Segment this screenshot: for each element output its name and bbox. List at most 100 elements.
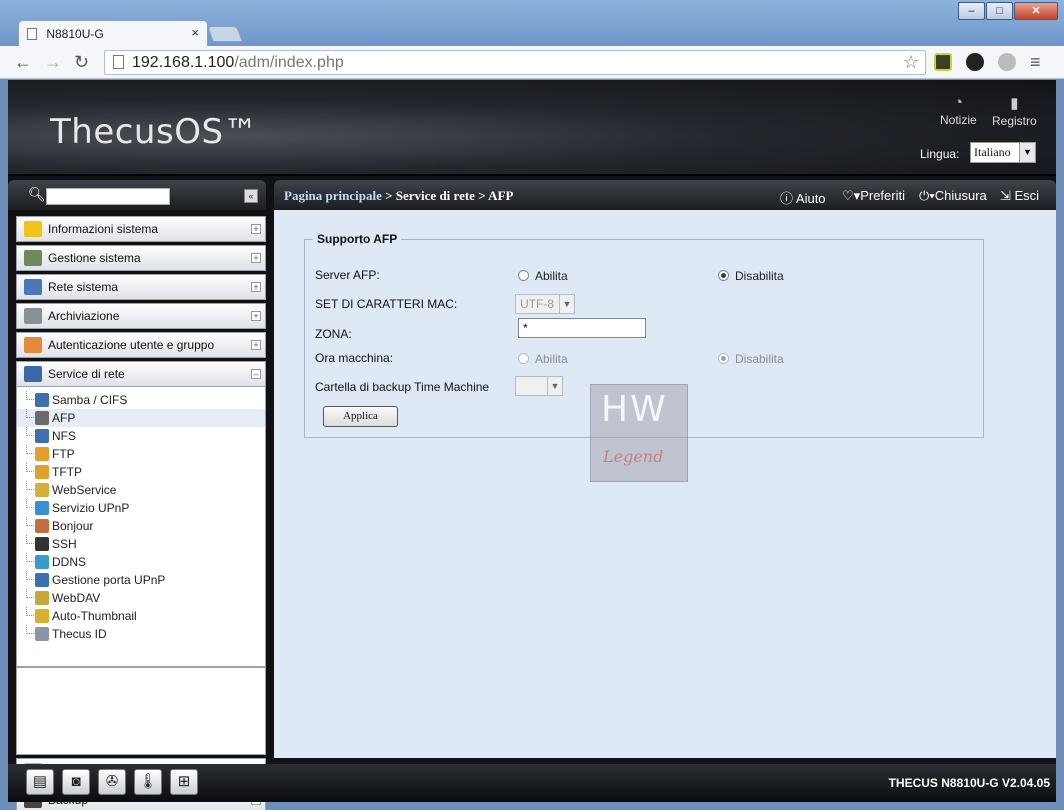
info-icon [24, 221, 42, 237]
back-arrow-icon[interactable]: ← [14, 52, 32, 73]
server-afp-enable-radio[interactable]: Abilita [518, 269, 568, 283]
tree-connector [26, 427, 34, 436]
server-afp-disable-radio[interactable]: Disabilita [718, 269, 784, 283]
language-select[interactable]: Italiano ▼ [970, 142, 1036, 163]
tab-close-button[interactable]: × [191, 25, 199, 40]
watermark-subtext: Legend [603, 447, 664, 466]
submenu-item-label: TFTP [52, 465, 82, 479]
chevron-down-icon: ▼ [559, 295, 574, 313]
charset-select[interactable]: UTF-8 ▼ [515, 294, 575, 314]
thecusos-logo: ThecusOS™ [50, 112, 259, 152]
fan-icon[interactable]: ✇ [98, 769, 126, 795]
sidebar-item-users[interactable]: Autenticazione utente e gruppo + [16, 332, 266, 358]
minimize-button[interactable]: – [958, 2, 985, 20]
submenu-item-label: Thecus ID [52, 627, 107, 641]
maximize-button[interactable]: □ [986, 2, 1013, 20]
ddns-icon [35, 555, 49, 569]
reload-icon[interactable]: ↻ [74, 52, 89, 73]
radio-dot-selected [718, 270, 729, 281]
sidebar-item-network[interactable]: Rete sistema + [16, 274, 266, 300]
submenu-item-webservice[interactable]: WebService [17, 481, 265, 499]
tree-connector [26, 391, 34, 400]
submenu-item-thecus-id[interactable]: Thecus ID [17, 625, 265, 643]
tree-connector [26, 445, 34, 454]
sidebar-search-bar: 🔍︎ « [8, 180, 266, 210]
abilita-label: Abilita [535, 352, 568, 366]
breadcrumb-bar: Pagina principale > Service di rete > AF… [274, 180, 1056, 210]
submenu-item-label: Bonjour [52, 519, 94, 533]
collapse-icon[interactable]: – [251, 369, 261, 379]
aiuto-link[interactable]: ⓘ Aiuto [780, 188, 826, 207]
search-input[interactable] [46, 188, 170, 205]
thermometer-icon[interactable]: 🌡︎ [134, 769, 162, 795]
disk-icon[interactable]: ◙ [62, 769, 90, 795]
submenu-item-ddns[interactable]: DDNS [17, 553, 265, 571]
registro-link[interactable]: ▮ Registro [992, 94, 1037, 128]
submenu-item-bonjour[interactable]: Bonjour [17, 517, 265, 535]
new-tab-button[interactable] [207, 26, 243, 42]
tree-connector [26, 499, 34, 508]
extension-shield-icon[interactable] [998, 53, 1016, 71]
chiusura-link[interactable]: ⏻▾Chiusura [919, 188, 987, 204]
sidebar-item-tools[interactable]: Gestione sistema + [16, 245, 266, 271]
submenu-item-afp[interactable]: AFP [17, 409, 265, 427]
submenu-item-tftp[interactable]: TFTP [17, 463, 265, 481]
tree-connector [26, 625, 34, 634]
submenu-item-upnp-port[interactable]: Gestione porta UPnP [17, 571, 265, 589]
submenu-item-label: Gestione porta UPnP [52, 573, 166, 587]
url-host: 192.168.1.100 [132, 54, 235, 71]
preferiti-link[interactable]: ♡▾Preferiti [842, 188, 905, 204]
expand-icon[interactable]: + [251, 282, 261, 292]
thecus-app: ThecusOS™ ◔ Notizie ▮ Registro Lingua: I… [8, 80, 1056, 810]
afp-legend: Supporto AFP [317, 232, 398, 246]
abilita-label: Abilita [535, 269, 568, 283]
sidebar-item-label: Archiviazione [48, 309, 120, 323]
server-status-icon[interactable]: ▤ [26, 769, 54, 795]
apply-button[interactable]: Applica [323, 406, 398, 427]
notizie-label: Notizie [940, 113, 977, 127]
submenu-item-nfs[interactable]: NFS [17, 427, 265, 445]
tftp-icon [35, 465, 49, 479]
submenu-item-label: FTP [52, 447, 75, 461]
submenu-item-ftp[interactable]: FTP [17, 445, 265, 463]
submenu-item-upnp[interactable]: Servizio UPnP [17, 499, 265, 517]
submenu-item-thumbnail[interactable]: Auto-Thumbnail [17, 607, 265, 625]
submenu-item-label: NFS [52, 429, 76, 443]
sidebar: 🔍︎ « Informazioni sistema + Gestione siste… [8, 180, 266, 810]
expand-icon[interactable]: + [251, 224, 261, 234]
tree-connector [26, 589, 34, 598]
submenu-item-samba[interactable]: Samba / CIFS [17, 391, 265, 409]
submenu-item-ssh[interactable]: SSH [17, 535, 265, 553]
time-machine-select[interactable]: ▼ [515, 376, 563, 396]
close-window-button[interactable]: ✕ [1014, 2, 1058, 20]
expand-icon[interactable]: + [251, 340, 261, 350]
ora-enable-radio[interactable]: Abilita [518, 352, 568, 366]
notizie-link[interactable]: ◔ Notizie [940, 94, 977, 127]
esci-label: Esci [1014, 188, 1040, 203]
ora-disable-radio[interactable]: Disabilita [718, 352, 784, 366]
language-value: Italiano [974, 145, 1011, 159]
ssh-icon [35, 537, 49, 551]
tree-connector [26, 463, 34, 472]
address-bar[interactable]: 192.168.1.100/adm/index.php ☆ [104, 50, 926, 75]
bookmark-star-icon[interactable]: ☆ [903, 52, 919, 73]
submenu-item-label: AFP [52, 411, 76, 425]
collapse-sidebar-button[interactable]: « [244, 189, 258, 203]
sidebar-item-network-service[interactable]: Service di rete – [16, 361, 266, 387]
expand-icon[interactable]: + [251, 253, 261, 263]
esci-link[interactable]: ⇲ Esci [1000, 188, 1039, 204]
sidebar-item-storage[interactable]: Archiviazione + [16, 303, 266, 329]
extension-check-icon[interactable] [934, 53, 952, 71]
charset-value: UTF-8 [520, 297, 554, 311]
submenu-item-webdav[interactable]: WebDAV [17, 589, 265, 607]
expand-icon[interactable]: + [251, 311, 261, 321]
browser-tab[interactable]: N8810U-G × [18, 20, 208, 46]
network-tree-icon[interactable]: ⊞ [170, 769, 198, 795]
registro-label: Registro [992, 114, 1037, 128]
breadcrumb-home-link[interactable]: Pagina principale [284, 188, 382, 203]
zona-input[interactable] [518, 318, 646, 338]
menu-icon[interactable]: ≡ [1030, 52, 1041, 73]
extension-off-icon[interactable] [966, 53, 984, 71]
sidebar-item-info[interactable]: Informazioni sistema + [16, 216, 266, 242]
forward-arrow-icon[interactable]: → [44, 52, 62, 73]
